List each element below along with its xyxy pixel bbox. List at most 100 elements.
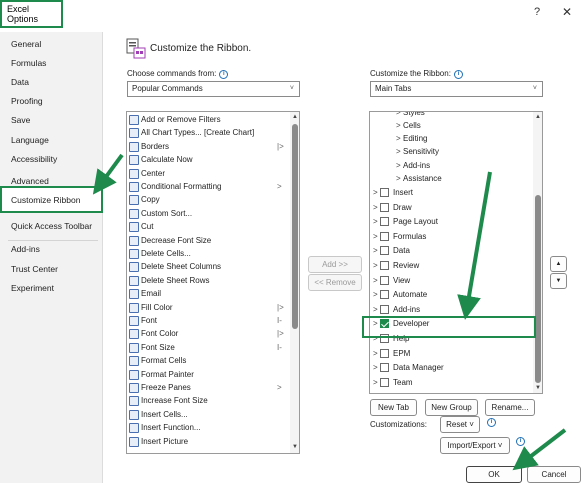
rename-button[interactable]: Rename... bbox=[485, 399, 535, 416]
checkbox-icon[interactable] bbox=[380, 290, 389, 300]
tree-tab-draw[interactable]: > Draw bbox=[370, 202, 542, 214]
expand-arrow-icon[interactable]: > bbox=[396, 146, 401, 158]
tree-tab-review[interactable]: > Review bbox=[370, 260, 542, 272]
move-up-icon[interactable]: ▲ bbox=[550, 256, 567, 272]
tree-subgroup[interactable]: > Editing bbox=[370, 133, 542, 145]
nav-item-experiment[interactable]: Experiment bbox=[11, 283, 54, 293]
command-item[interactable]: Insert Cells... bbox=[127, 409, 299, 421]
nav-item-customize-ribbon[interactable]: Customize Ribbon bbox=[0, 186, 103, 213]
nav-item-trust-center[interactable]: Trust Center bbox=[11, 264, 58, 274]
commands-scroll-thumb[interactable] bbox=[292, 124, 298, 329]
help-button[interactable]: ? bbox=[534, 6, 540, 18]
info-icon[interactable]: i bbox=[516, 437, 525, 446]
command-item[interactable]: Decrease Font Size bbox=[127, 235, 299, 247]
tabs-scroll-thumb[interactable] bbox=[535, 195, 541, 383]
nav-item-general[interactable]: General bbox=[11, 39, 41, 49]
checkbox-icon[interactable] bbox=[380, 217, 389, 227]
expand-arrow-icon[interactable]: > bbox=[396, 173, 401, 185]
expand-arrow-icon[interactable]: > bbox=[373, 187, 378, 199]
info-icon[interactable]: i bbox=[219, 70, 229, 79]
command-item[interactable]: Font I- bbox=[127, 315, 299, 327]
expand-arrow-icon[interactable]: > bbox=[373, 362, 378, 374]
command-item[interactable]: Insert Picture bbox=[127, 436, 299, 448]
nav-item-quick-access-toolbar[interactable]: Quick Access Toolbar bbox=[11, 221, 92, 231]
command-item[interactable]: Format Cells bbox=[127, 355, 299, 367]
checkbox-icon[interactable] bbox=[380, 246, 389, 256]
expand-arrow-icon[interactable]: > bbox=[373, 245, 378, 257]
scroll-up-icon[interactable]: ▲ bbox=[535, 114, 541, 120]
command-item[interactable]: Font Color |> bbox=[127, 328, 299, 340]
scroll-down-icon[interactable]: ▼ bbox=[292, 444, 298, 450]
expand-arrow-icon[interactable]: > bbox=[373, 304, 378, 316]
cancel-button[interactable]: Cancel bbox=[527, 466, 581, 483]
tree-tab-team[interactable]: > Team bbox=[370, 377, 542, 389]
command-item[interactable]: Email bbox=[127, 288, 299, 300]
command-item[interactable]: Freeze Panes > bbox=[127, 382, 299, 394]
add-button[interactable]: Add >> bbox=[308, 256, 362, 273]
command-item[interactable]: Format Painter bbox=[127, 369, 299, 381]
scroll-up-icon[interactable]: ▲ bbox=[292, 114, 298, 120]
expand-arrow-icon[interactable]: > bbox=[373, 202, 378, 214]
checkbox-icon[interactable] bbox=[380, 304, 389, 314]
ribbon-tabs-tree[interactable]: > Styles > Cells > Editing > Sensitivity > Add-… bbox=[369, 111, 543, 394]
checkbox-icon[interactable] bbox=[380, 231, 389, 241]
remove-button[interactable]: << Remove bbox=[308, 274, 362, 291]
tree-tab-add-ins[interactable]: > Add-ins bbox=[370, 304, 542, 316]
checkbox-icon[interactable] bbox=[380, 348, 389, 358]
ribbon-tabs-select[interactable]: Main Tabs ˅ bbox=[370, 81, 543, 97]
nav-item-formulas[interactable]: Formulas bbox=[11, 58, 46, 68]
tree-tab-insert[interactable]: > Insert bbox=[370, 187, 542, 199]
command-item[interactable]: Delete Cells... bbox=[127, 248, 299, 260]
command-item[interactable]: Cut bbox=[127, 221, 299, 233]
info-icon[interactable]: i bbox=[487, 418, 496, 427]
command-item[interactable]: Borders |> bbox=[127, 141, 299, 153]
new-group-button[interactable]: New Group bbox=[425, 399, 478, 416]
checkbox-icon[interactable] bbox=[380, 261, 389, 270]
command-item[interactable]: Font Size I- bbox=[127, 342, 299, 354]
tree-subgroup[interactable]: > Assistance bbox=[370, 173, 542, 185]
checkbox-icon[interactable] bbox=[380, 188, 389, 197]
nav-item-save[interactable]: Save bbox=[11, 115, 30, 125]
tree-subgroup[interactable]: > Cells bbox=[370, 120, 542, 132]
expand-arrow-icon[interactable]: > bbox=[373, 260, 378, 272]
command-item[interactable]: Delete Sheet Rows bbox=[127, 275, 299, 287]
nav-item-advanced[interactable]: Advanced bbox=[11, 176, 49, 186]
expand-arrow-icon[interactable]: > bbox=[373, 231, 378, 243]
info-icon[interactable]: i bbox=[453, 70, 463, 79]
checkbox-icon[interactable] bbox=[380, 363, 389, 373]
tree-tab-formulas[interactable]: > Formulas bbox=[370, 231, 542, 243]
import-export-button[interactable]: Import/Export ˅ bbox=[440, 437, 510, 454]
command-item[interactable]: Center bbox=[127, 168, 299, 180]
nav-item-add-ins[interactable]: Add-ins bbox=[11, 244, 40, 254]
expand-arrow-icon[interactable]: > bbox=[373, 289, 378, 301]
nav-item-accessibility[interactable]: Accessibility bbox=[11, 154, 57, 164]
checkbox-icon[interactable] bbox=[380, 275, 389, 285]
tree-subgroup[interactable]: > Add-ins bbox=[370, 160, 542, 172]
expand-arrow-icon[interactable]: > bbox=[373, 348, 378, 360]
tree-tab-page-layout[interactable]: > Page Layout bbox=[370, 216, 542, 228]
expand-arrow-icon[interactable]: > bbox=[396, 133, 401, 145]
tree-tab-view[interactable]: > View bbox=[370, 275, 542, 287]
command-item[interactable]: Copy bbox=[127, 194, 299, 206]
move-down-icon[interactable]: ▼ bbox=[550, 273, 567, 289]
command-item[interactable]: Calculate Now bbox=[127, 154, 299, 166]
command-item[interactable]: Custom Sort... bbox=[127, 208, 299, 220]
expand-arrow-icon[interactable]: > bbox=[396, 160, 401, 172]
nav-item-proofing[interactable]: Proofing bbox=[11, 96, 43, 106]
command-item[interactable]: All Chart Types... [Create Chart] bbox=[127, 127, 299, 139]
nav-item-language[interactable]: Language bbox=[11, 135, 49, 145]
command-item[interactable]: Conditional Formatting > bbox=[127, 181, 299, 193]
commands-list[interactable]: Add or Remove Filters All Chart Types... … bbox=[126, 111, 300, 454]
checkbox-icon[interactable] bbox=[380, 202, 389, 212]
expand-arrow-icon[interactable]: > bbox=[396, 120, 401, 132]
tree-tab-epm[interactable]: > EPM bbox=[370, 348, 542, 360]
reset-button[interactable]: Reset ˅ bbox=[440, 416, 480, 433]
ok-button[interactable]: OK bbox=[466, 466, 522, 483]
command-item[interactable]: Delete Sheet Columns bbox=[127, 261, 299, 273]
scroll-down-icon[interactable]: ▼ bbox=[535, 385, 541, 391]
expand-arrow-icon[interactable]: > bbox=[373, 275, 378, 287]
commands-from-select[interactable]: Popular Commands ˅ bbox=[127, 81, 300, 97]
command-item[interactable]: Increase Font Size bbox=[127, 395, 299, 407]
command-item[interactable]: Fill Color |> bbox=[127, 302, 299, 314]
tree-tab-data-manager[interactable]: > Data Manager bbox=[370, 362, 542, 374]
